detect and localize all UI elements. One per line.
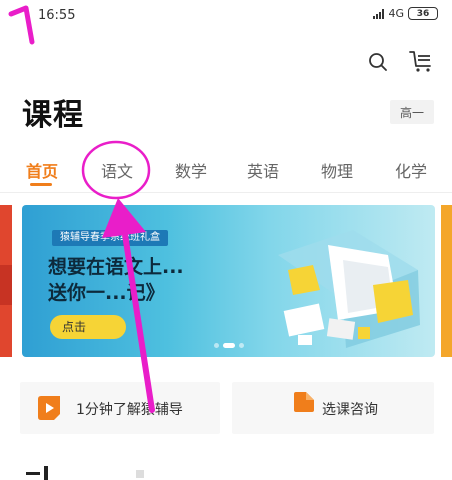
tab-home[interactable]: 首页	[26, 158, 58, 182]
intro-video-card[interactable]: 1分钟了解猿辅导	[20, 382, 220, 434]
status-indicators: 4G 36	[373, 7, 438, 20]
battery-level: 36	[416, 8, 430, 19]
play-icon	[38, 396, 60, 420]
banner-tag: 猿辅导春季系统班礼盒	[52, 230, 168, 246]
banner-headline: 想要在语文上...	[48, 256, 184, 278]
document-icon	[294, 392, 314, 412]
grade-selector[interactable]: 高一	[390, 100, 434, 124]
course-consult-label: 选课咨询	[322, 402, 378, 418]
tab-math[interactable]: 数学	[175, 158, 207, 182]
battery-icon: 36	[408, 7, 438, 20]
tab-english[interactable]: 英语	[247, 158, 279, 182]
active-tab-indicator	[30, 183, 52, 186]
next-section-heading-partial	[26, 466, 144, 480]
tab-chemistry[interactable]: 化学	[395, 158, 427, 182]
tab-chinese[interactable]: 语文	[101, 158, 133, 182]
promo-banner[interactable]: 猿辅导春季系统班礼盒 想要在语文上... 送你一...记》 点击	[22, 205, 435, 357]
banner-subheadline: 送你一...记》	[48, 282, 165, 304]
tab-physics[interactable]: 物理	[321, 158, 353, 182]
tabs-divider	[0, 192, 452, 193]
intro-video-label: 1分钟了解猿辅导	[76, 402, 183, 418]
page-title: 课程	[22, 98, 84, 133]
search-icon[interactable]	[368, 52, 388, 72]
signal-icon	[373, 8, 385, 19]
next-banner-peek[interactable]	[441, 205, 452, 357]
status-time: 16:55	[38, 8, 76, 23]
subject-tabs: 首页 语文 数学 英语 物理 化学	[0, 152, 452, 188]
status-bar: 16:55 4G 36	[0, 0, 452, 28]
previous-banner-peek[interactable]	[0, 205, 12, 357]
carousel-indicator	[214, 343, 244, 348]
course-consult-card[interactable]: 选课咨询	[232, 382, 434, 434]
cart-icon[interactable]	[408, 48, 434, 74]
banner-cta-button[interactable]: 点击	[50, 315, 126, 339]
gift-box-illustration	[278, 230, 420, 348]
network-type: 4G	[388, 7, 404, 20]
